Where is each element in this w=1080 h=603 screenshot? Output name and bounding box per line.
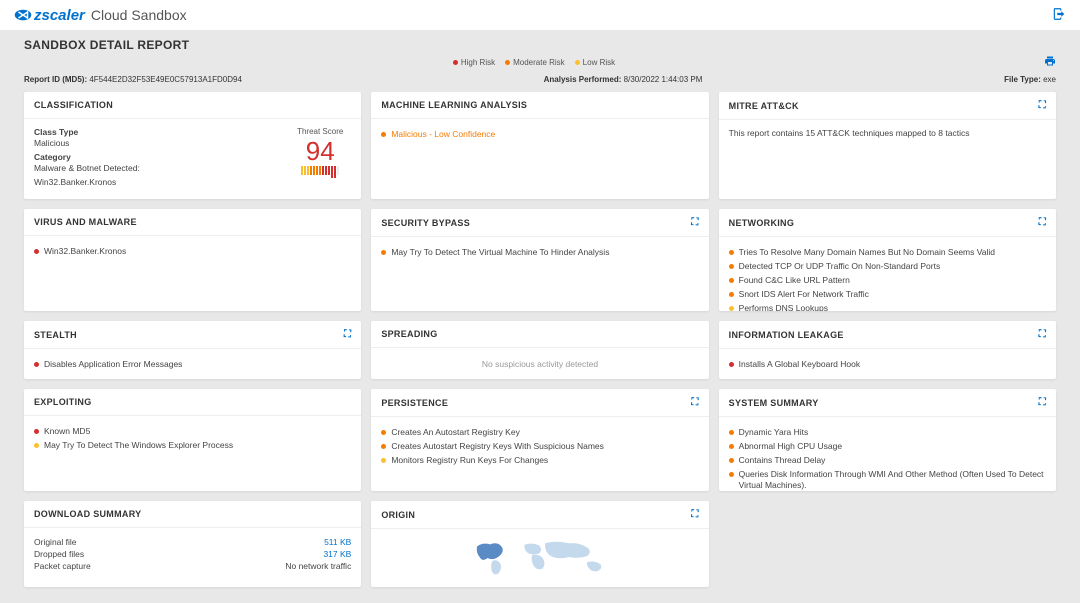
logo: zscaler Cloud Sandbox bbox=[14, 7, 187, 24]
download-label: Original file bbox=[34, 537, 77, 547]
card-spreading: SPREADING No suspicious activity detecte… bbox=[371, 321, 708, 379]
top-bar: zscaler Cloud Sandbox bbox=[0, 0, 1080, 30]
card-title: MITRE ATT&CK bbox=[729, 101, 799, 111]
card-title: SECURITY BYPASS bbox=[381, 218, 470, 228]
list-item: Creates Autostart Registry Keys With Sus… bbox=[381, 439, 698, 453]
card-title: INFORMATION LEAKAGE bbox=[729, 330, 844, 340]
expand-icon[interactable]: ⛶ bbox=[1039, 397, 1046, 408]
legend-moderate: Moderate Risk bbox=[513, 58, 565, 67]
card-exploiting: EXPLOITING Known MD5May Try To Detect Th… bbox=[24, 389, 361, 491]
detected-name: Win32.Banker.Kronos bbox=[34, 177, 297, 187]
download-value: No network traffic bbox=[285, 561, 351, 571]
list-item: Detected TCP Or UDP Traffic On Non-Stand… bbox=[729, 259, 1046, 273]
card-mitre-attack: MITRE ATT&CK ⛶ This report contains 15 AT… bbox=[719, 92, 1056, 199]
logout-icon[interactable] bbox=[1052, 7, 1066, 24]
threat-score-label: Threat Score bbox=[297, 127, 343, 136]
card-security-bypass: SECURITY BYPASS ⛶ May Try To Detect The V… bbox=[371, 209, 708, 311]
card-title: CLASSIFICATION bbox=[34, 100, 113, 110]
list-item: Creates An Autostart Registry Key bbox=[381, 425, 698, 439]
download-value[interactable]: 511 KB bbox=[324, 537, 351, 547]
card-title: SYSTEM SUMMARY bbox=[729, 398, 819, 408]
card-system-summary: SYSTEM SUMMARY ⛶ Dynamic Yara HitsAbnorma… bbox=[719, 389, 1056, 491]
card-title: ORIGIN bbox=[381, 510, 415, 520]
expand-icon[interactable]: ⛶ bbox=[691, 397, 698, 408]
card-ml-analysis: MACHINE LEARNING ANALYSIS Malicious - Lo… bbox=[371, 92, 708, 199]
list-item: Performs DNS Lookups bbox=[729, 301, 1046, 311]
card-title: PERSISTENCE bbox=[381, 398, 448, 408]
download-row: Packet capture No network traffic bbox=[34, 560, 351, 572]
list-item: Queries Disk Information Through WMI And… bbox=[729, 467, 1046, 491]
class-type: Malicious bbox=[34, 138, 297, 148]
card-classification: CLASSIFICATION Class Type Malicious Cate… bbox=[24, 92, 361, 199]
list-item: Installs A Global Keyboard Hook bbox=[729, 357, 1046, 371]
card-persistence: PERSISTENCE ⛶ Creates An Autostart Regist… bbox=[371, 389, 708, 491]
product-name: Cloud Sandbox bbox=[91, 7, 187, 23]
download-label: Dropped files bbox=[34, 549, 84, 559]
world-map bbox=[381, 537, 698, 579]
list-item: Known MD5 bbox=[34, 424, 351, 438]
list-item: May Try To Detect The Windows Explorer P… bbox=[34, 438, 351, 452]
card-info-leakage: INFORMATION LEAKAGE ⛶ Installs A Global K… bbox=[719, 321, 1056, 379]
report-id: Report ID (MD5): 4F544E2D32F53E49E0C5791… bbox=[24, 75, 242, 84]
list-item: Contains Thread Delay bbox=[729, 453, 1046, 467]
threat-score-gauge bbox=[297, 166, 343, 178]
card-stealth: STEALTH ⛶ Disables Application Error Mess… bbox=[24, 321, 361, 379]
print-icon[interactable] bbox=[1044, 55, 1056, 69]
card-networking: NETWORKING ⛶ Tries To Resolve Many Domain… bbox=[719, 209, 1056, 311]
card-download-summary: DOWNLOAD SUMMARY Original file511 KBDrop… bbox=[24, 501, 361, 587]
list-item: Monitors Registry Run Keys For Changes bbox=[381, 453, 698, 467]
card-title: STEALTH bbox=[34, 330, 77, 340]
expand-icon[interactable]: ⛶ bbox=[1039, 329, 1046, 340]
card-title: DOWNLOAD SUMMARY bbox=[34, 509, 141, 519]
list-item: Disables Application Error Messages bbox=[34, 357, 351, 371]
expand-icon[interactable]: ⛶ bbox=[691, 509, 698, 520]
card-title: MACHINE LEARNING ANALYSIS bbox=[381, 100, 527, 110]
threat-score: 94 bbox=[297, 138, 343, 164]
expand-icon[interactable]: ⛶ bbox=[344, 329, 351, 340]
zscaler-logo: zscaler bbox=[14, 7, 85, 24]
download-row: Dropped files 317 KB bbox=[34, 548, 351, 560]
meta-row: Report ID (MD5): 4F544E2D32F53E49E0C5791… bbox=[0, 73, 1080, 92]
card-title: EXPLOITING bbox=[34, 397, 92, 407]
analysis-time: Analysis Performed: 8/30/2022 1:44:03 PM bbox=[544, 75, 703, 84]
empty-message: No suspicious activity detected bbox=[381, 356, 698, 371]
list-item: Tries To Resolve Many Domain Names But N… bbox=[729, 245, 1046, 259]
list-item: Abnormal High CPU Usage bbox=[729, 439, 1046, 453]
expand-icon[interactable]: ⛶ bbox=[691, 217, 698, 228]
download-row: Original file 511 KB bbox=[34, 536, 351, 548]
list-item: Dynamic Yara Hits bbox=[729, 425, 1046, 439]
brand-name: zscaler bbox=[34, 7, 85, 24]
expand-icon[interactable]: ⛶ bbox=[1039, 217, 1046, 228]
card-title: VIRUS AND MALWARE bbox=[34, 217, 137, 227]
list-item: Snort IDS Alert For Network Traffic bbox=[729, 287, 1046, 301]
card-title: NETWORKING bbox=[729, 218, 795, 228]
list-item: Win32.Banker.Kronos bbox=[34, 244, 351, 258]
card-origin: ORIGIN ⛶ bbox=[371, 501, 708, 587]
card-virus-malware: VIRUS AND MALWARE Win32.Banker.Kronos bbox=[24, 209, 361, 311]
card-title: SPREADING bbox=[381, 329, 437, 339]
legend-low: Low Risk bbox=[583, 58, 615, 67]
file-type: File Type: exe bbox=[1004, 75, 1056, 84]
download-label: Packet capture bbox=[34, 561, 91, 571]
list-item: Found C&C Like URL Pattern bbox=[729, 273, 1046, 287]
list-item: May Try To Detect The Virtual Machine To… bbox=[381, 245, 698, 259]
class-type-label: Class Type bbox=[34, 127, 297, 137]
sub-header: SANDBOX DETAIL REPORT High Risk Moderate… bbox=[0, 30, 1080, 73]
expand-icon[interactable]: ⛶ bbox=[1039, 100, 1046, 111]
report-title: SANDBOX DETAIL REPORT bbox=[24, 38, 1056, 52]
category-label: Category bbox=[34, 152, 297, 162]
legend-high: High Risk bbox=[461, 58, 495, 67]
mitre-text: This report contains 15 ATT&CK technique… bbox=[729, 128, 970, 138]
risk-legend: High Risk Moderate Risk Low Risk bbox=[453, 58, 615, 67]
download-value[interactable]: 317 KB bbox=[323, 549, 351, 559]
ml-item: Malicious - Low Confidence bbox=[381, 127, 698, 141]
category: Malware & Botnet Detected: bbox=[34, 163, 297, 173]
